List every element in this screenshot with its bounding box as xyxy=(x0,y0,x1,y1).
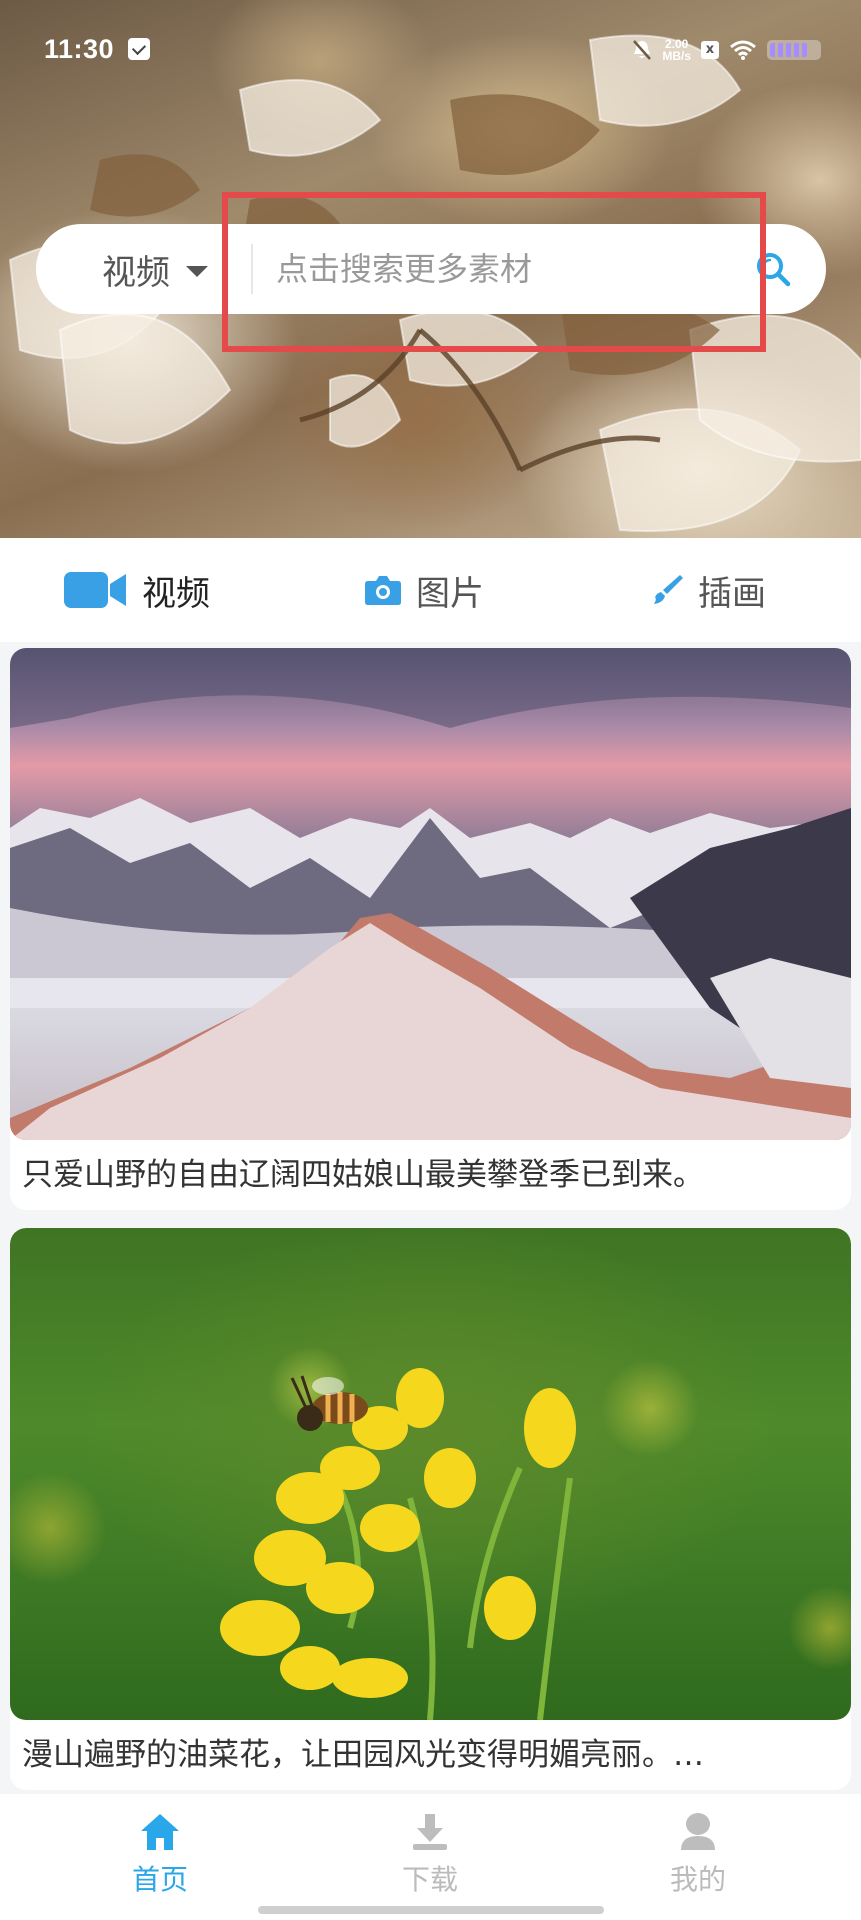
download-icon xyxy=(413,1814,447,1850)
nav-home-label: 首页 xyxy=(131,1863,188,1896)
tab-image-label: 图片 xyxy=(416,573,484,614)
person-icon xyxy=(681,1813,715,1850)
nav-download[interactable]: 下载 xyxy=(360,1812,500,1898)
mute-bell-icon xyxy=(633,40,652,60)
wifi-icon xyxy=(730,40,756,60)
media-card[interactable]: 只爱山野的自由辽阔四姑娘山最美攀登季已到来。 xyxy=(10,648,851,1210)
search-divider xyxy=(251,244,253,294)
status-time: 11:30 xyxy=(44,34,115,64)
home-icon xyxy=(141,1814,179,1850)
app-notification-icon: x xyxy=(701,41,719,59)
search-input[interactable] xyxy=(276,224,756,314)
tab-video[interactable]: 视频 xyxy=(64,538,210,642)
card-thumbnail[interactable] xyxy=(10,1228,851,1720)
app-page: 11:30 2.00 MB/s x 视频 点击搜索更多素材 视频 图片 插画 只… xyxy=(0,0,861,1920)
category-tabs: 视频 图片 插画 xyxy=(0,538,861,642)
nav-home[interactable]: 首页 xyxy=(90,1812,230,1898)
bee-flower-scene xyxy=(220,1368,576,1720)
search-type-dropdown[interactable]: 视频 xyxy=(102,224,208,314)
nav-download-label: 下载 xyxy=(401,1863,458,1896)
search-type-label: 视频 xyxy=(102,252,170,293)
tab-illustration-label: 插画 xyxy=(698,573,766,614)
search-bar: 视频 xyxy=(36,224,826,314)
battery-level xyxy=(770,43,808,57)
status-bar: 11:30 2.00 MB/s x xyxy=(0,0,861,100)
tab-image[interactable]: 图片 xyxy=(364,538,484,642)
card-thumbnail[interactable] xyxy=(10,648,851,1140)
bottom-navigation: 首页 下载 我的 xyxy=(0,1794,861,1920)
media-card[interactable]: 漫山遍野的油菜花，让田园风光变得明媚亮丽。… xyxy=(10,1228,851,1790)
search-icon[interactable] xyxy=(754,250,792,288)
network-speed-unit: MB/s xyxy=(662,49,691,63)
card-caption: 只爱山野的自由辽阔四姑娘山最美攀登季已到来。 xyxy=(22,1157,704,1193)
battery-icon xyxy=(767,40,821,60)
status-icons: 2.00 MB/s x xyxy=(632,34,821,66)
camera-icon xyxy=(365,576,401,605)
mountain-scene xyxy=(10,648,851,1140)
hero-banner: 11:30 2.00 MB/s x 视频 点击搜索更多素材 xyxy=(0,0,861,538)
tab-video-label: 视频 xyxy=(142,573,210,614)
nav-mine-label: 我的 xyxy=(669,1863,726,1896)
notification-icon xyxy=(128,38,150,60)
tab-illustration[interactable]: 插画 xyxy=(650,538,766,642)
nav-mine[interactable]: 我的 xyxy=(628,1812,768,1898)
chevron-down-icon xyxy=(186,265,208,277)
paintbrush-icon xyxy=(654,575,683,604)
card-caption: 漫山遍野的油菜花，让田园风光变得明媚亮丽。… xyxy=(22,1737,704,1773)
video-camera-icon xyxy=(64,572,126,608)
network-speed: 2.00 MB/s xyxy=(662,38,691,62)
gesture-home-bar[interactable] xyxy=(258,1906,604,1914)
